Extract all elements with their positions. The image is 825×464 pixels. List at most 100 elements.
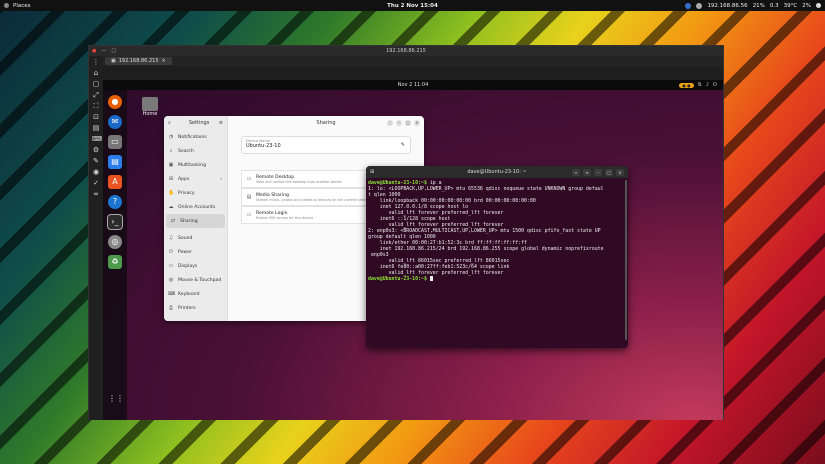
scale-icon[interactable]: ⊡ [92, 113, 100, 121]
maximize-icon[interactable]: □ [405, 120, 411, 126]
terminal-window[interactable]: ⊞ dave@Ubuntu-23-10: ~ ⌕ ≡ – □ × dave@Ub… [366, 166, 628, 348]
settings-sidebar: ⌕ Settings ≡ ◔ Notifications ⌕ Search ▣ Mul… [164, 116, 228, 321]
new-tab-icon[interactable]: ⊞ [370, 169, 374, 175]
sidebar-item-multitasking[interactable]: ▣ Multitasking [164, 158, 227, 172]
close-icon[interactable]: × [616, 168, 624, 176]
sidebar-item-online-accounts[interactable]: ☁ Online Accounts [164, 200, 227, 214]
minimize-icon[interactable]: – [396, 120, 402, 126]
control-center-icon[interactable] [816, 3, 821, 8]
dvd-icon[interactable]: ◎ [108, 235, 122, 249]
sidebar-item-mouse[interactable]: ◍ Mouse & Touchpad [164, 273, 227, 287]
trash-icon[interactable]: ♻ [108, 255, 122, 269]
device-name-field[interactable]: Device Name Ubuntu-23-10 ✎ [241, 136, 411, 154]
places-menu[interactable]: Places [13, 3, 31, 9]
home-icon[interactable]: ⌂ [92, 69, 100, 77]
notification-icon[interactable] [696, 2, 703, 9]
window-titlebar[interactable]: ● — □ 192.168.86.215 [89, 46, 723, 56]
keyboard-icon[interactable]: ⌨ [92, 135, 102, 143]
search-icon[interactable]: ⌕ [168, 120, 171, 126]
sidebar-item-sharing[interactable]: ⇄ Sharing [166, 214, 225, 228]
menu-icon[interactable]: ⋮ [387, 120, 393, 126]
hand-icon: ✋ [168, 190, 175, 196]
tool-rail: ⋮ ⌂ ▢ ⤢ ⛶ ⊡ ▤ ⌨ ⚙ ✎ ◉ ✓ ∞ [89, 56, 103, 420]
ip-address: 192.168.86.56 [707, 2, 748, 9]
battery-indicator[interactable]: 21% [753, 3, 765, 9]
sidebar-item-sound[interactable]: ♫ Sound [164, 231, 227, 245]
hamburger-icon[interactable]: ≡ [219, 120, 223, 126]
settings-title: Settings [188, 120, 210, 126]
fullscreen-icon[interactable]: ⛶ [92, 102, 100, 110]
menu-icon[interactable]: ⋮ [92, 58, 100, 66]
system-clock[interactable]: Thu 2 Nov 15:04 [387, 3, 438, 9]
maximize-icon[interactable]: □ [605, 168, 613, 176]
minimize-icon[interactable]: – [594, 168, 602, 176]
sidebar-item-printers[interactable]: ⎙ Printers [164, 301, 227, 315]
help-icon[interactable]: ? [108, 195, 122, 209]
close-icon[interactable]: ● [92, 48, 96, 54]
panel-title: Sharing [316, 120, 336, 126]
hamburger-icon[interactable]: ≡ [583, 168, 591, 176]
printer-icon: ⎙ [168, 305, 173, 311]
power-icon: ⏻ [169, 249, 173, 255]
folder-icon [142, 97, 158, 111]
link-icon[interactable]: ∞ [92, 190, 100, 198]
close-icon[interactable]: × [162, 58, 166, 64]
terminal-icon: ▭ [246, 212, 252, 218]
sidebar-item-keyboard[interactable]: ⌨ Keyboard [164, 287, 227, 301]
minimize-icon[interactable]: — [101, 48, 106, 54]
volume-icon[interactable]: ♪ [706, 82, 709, 88]
apps-icon: ⊞ [168, 176, 174, 182]
thunderbird-icon[interactable]: ✉ [108, 115, 122, 129]
search-icon[interactable]: ⌕ [572, 168, 580, 176]
sidebar-item-apps[interactable]: ⊞ Apps › [164, 172, 227, 186]
display-icon[interactable]: ▤ [92, 124, 100, 132]
guest-clock[interactable]: Nov 2 11:04 [398, 82, 429, 88]
check-icon[interactable]: ✓ [92, 179, 100, 187]
text-cursor [429, 276, 433, 281]
app-indicator-icon[interactable] [685, 2, 692, 9]
tools-icon[interactable]: ✎ [92, 157, 100, 165]
app-center-icon[interactable]: A [108, 175, 122, 189]
power-icon[interactable]: ⏻ [713, 82, 717, 88]
ubuntu-dock: ● ✉ ▭ ▤ A ? ›_ ◎ ♻ ⋮⋮ [103, 90, 127, 420]
activity-indicator[interactable]: ● ● [679, 82, 694, 88]
bell-icon: ◔ [168, 134, 174, 140]
files-icon[interactable]: ▭ [108, 135, 122, 149]
guest-top-bar: Nov 2 11:04 ● ● ⇅ ♪ ⏻ [103, 80, 723, 90]
terminal-titlebar[interactable]: ⊞ dave@Ubuntu-23-10: ~ ⌕ ≡ – □ × [366, 166, 628, 178]
search-icon: ⌕ [169, 148, 173, 154]
writer-icon[interactable]: ▤ [108, 155, 122, 169]
show-apps-icon[interactable]: ⋮⋮ [108, 392, 124, 406]
terminal-icon[interactable]: ›_ [107, 214, 123, 230]
network-icon[interactable]: ⇅ [698, 82, 702, 88]
maximize-icon[interactable]: □ [111, 48, 116, 54]
mouse-icon: ◍ [168, 277, 174, 283]
sidebar-item-notifications[interactable]: ◔ Notifications [164, 130, 227, 144]
chevron-right-icon: › [220, 176, 222, 182]
firefox-icon[interactable]: ● [108, 95, 122, 109]
scrollbar[interactable] [625, 180, 627, 340]
disk-usage: 2% [802, 2, 811, 9]
apple-logo-icon[interactable] [4, 3, 9, 8]
screen-icon[interactable]: ▢ [92, 80, 100, 88]
camera-icon[interactable]: ◉ [92, 168, 100, 176]
settings-icon[interactable]: ⚙ [92, 146, 100, 154]
screen-icon: ▣ [111, 58, 116, 64]
sidebar-item-displays[interactable]: ▭ Displays [164, 259, 227, 273]
sidebar-item-search[interactable]: ⌕ Search [164, 144, 227, 158]
terminal-output[interactable]: dave@Ubuntu-23-10:~$ ip a 1: lo: <LOOPBA… [366, 178, 628, 284]
media-icon: ▤ [246, 194, 252, 200]
fit-icon[interactable]: ⤢ [92, 91, 100, 99]
edit-icon[interactable]: ✎ [401, 142, 405, 148]
multitasking-icon: ▣ [168, 162, 174, 168]
sidebar-item-power[interactable]: ⏻ Power [164, 245, 227, 259]
close-icon[interactable]: × [414, 120, 420, 126]
window-title: 192.168.86.215 [386, 48, 426, 54]
home-folder[interactable]: Home [139, 97, 161, 117]
ubuntu-desktop: Nov 2 11:04 ● ● ⇅ ♪ ⏻ ● ✉ ▭ ▤ A ? ›_ ◎ ♻… [103, 80, 723, 420]
network-speed: 0.3 [769, 2, 779, 9]
tab-connection[interactable]: ▣ 192.168.86.215 × [105, 57, 172, 65]
sidebar-item-privacy[interactable]: ✋ Privacy [164, 186, 227, 200]
terminal-title: dave@Ubuntu-23-10: ~ [467, 169, 527, 175]
temperature: 39°C [783, 2, 798, 9]
